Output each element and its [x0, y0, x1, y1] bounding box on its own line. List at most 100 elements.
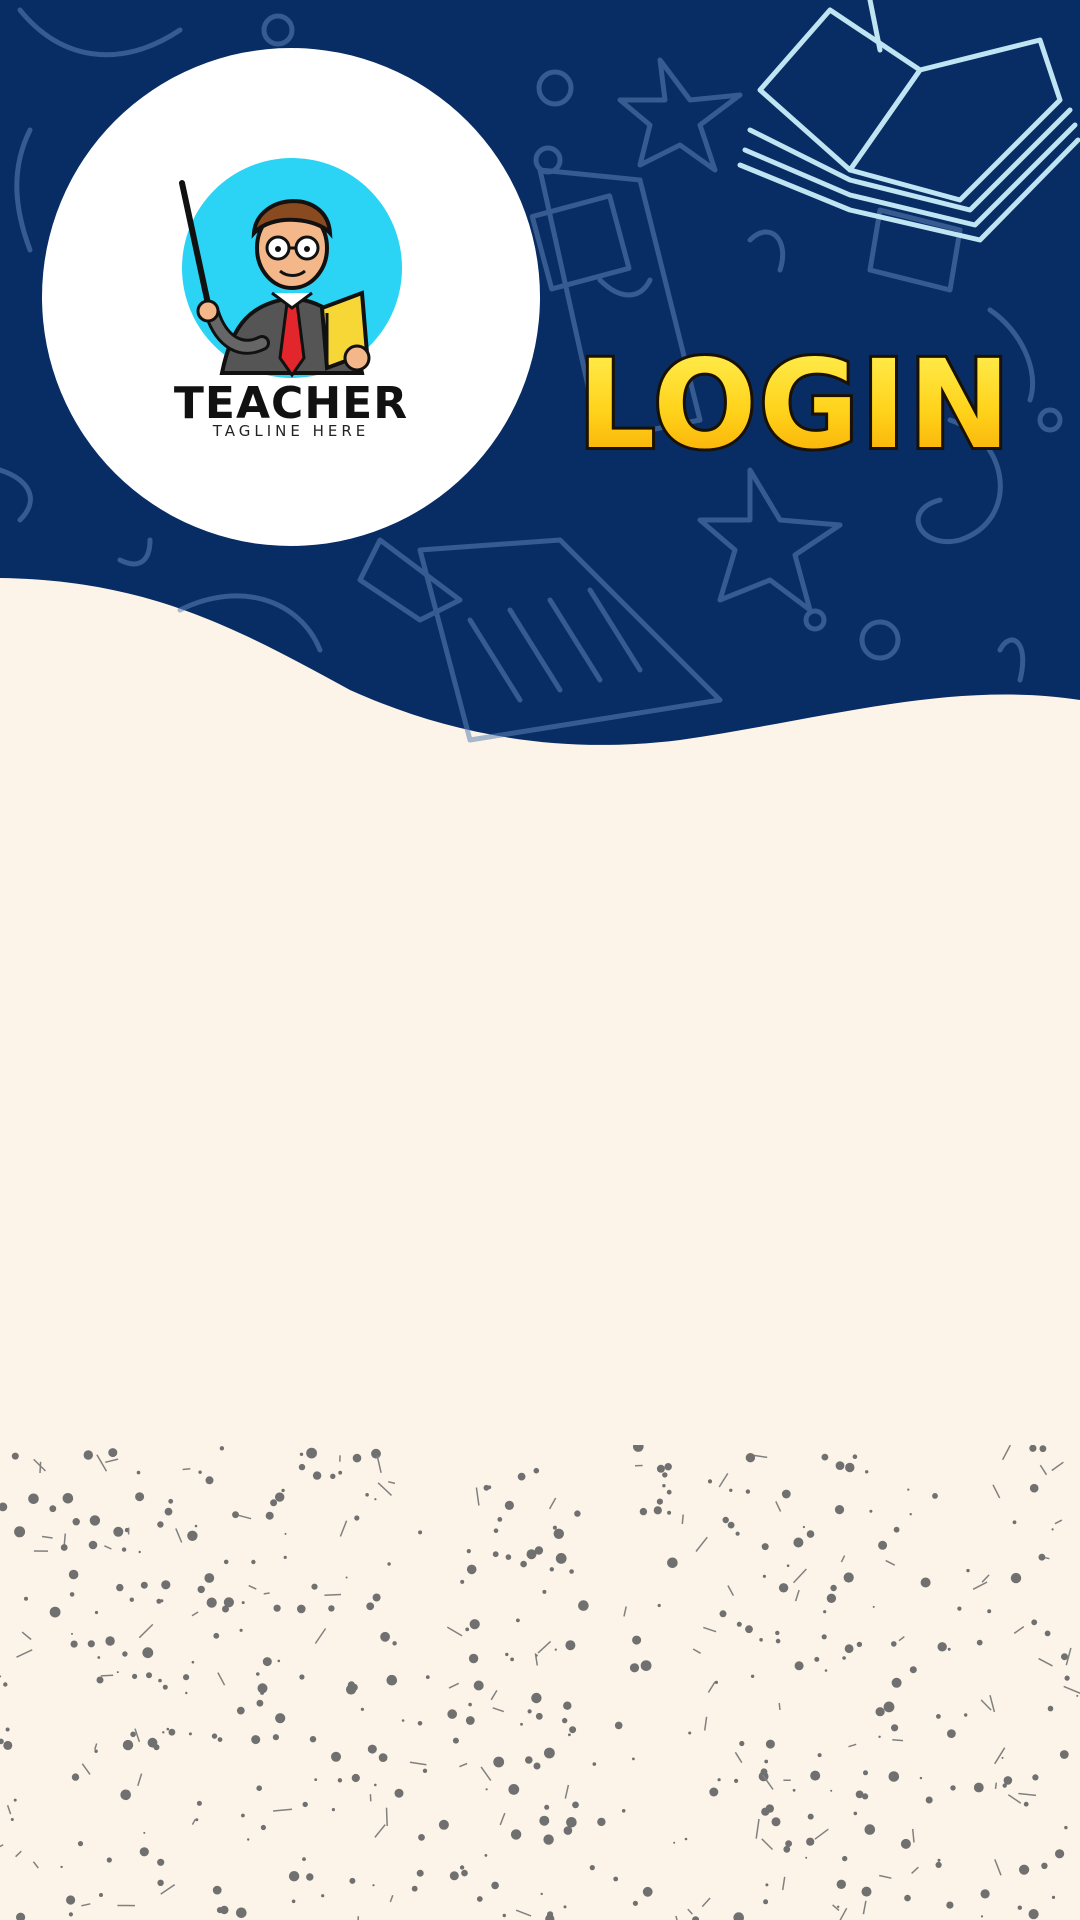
speckle-dot	[188, 1732, 192, 1736]
speckle-dot	[256, 1785, 263, 1791]
speckle-dot	[469, 1619, 480, 1630]
speckle-dot	[260, 1824, 266, 1831]
speckle-dot	[331, 1751, 341, 1762]
speckle-line	[994, 1747, 1006, 1765]
speckle-line	[885, 1559, 896, 1566]
speckle-dot	[465, 1627, 470, 1632]
speckle-dot	[950, 1785, 956, 1791]
speckle-dot	[793, 1537, 804, 1548]
speckle-dot	[540, 1892, 543, 1896]
speckle-dot	[563, 1905, 567, 1909]
speckle-dot	[120, 1789, 131, 1801]
speckle-dot	[629, 1663, 640, 1673]
speckle-dot	[484, 1854, 488, 1857]
speckle-line	[718, 1472, 729, 1488]
speckle-dot	[113, 1526, 124, 1537]
speckle-dot	[1003, 1776, 1013, 1785]
speckle-line	[1054, 1519, 1063, 1525]
speckle-line	[314, 1628, 327, 1644]
speckle-dot	[527, 1709, 532, 1714]
speckle-dot	[792, 1788, 796, 1792]
speckle-dot	[309, 1736, 317, 1743]
speckle-dot	[99, 1893, 103, 1897]
speckle-dot	[275, 1713, 286, 1724]
speckle-dot	[129, 1597, 134, 1602]
speckle-line	[100, 1674, 114, 1677]
speckle-dot	[49, 1505, 57, 1513]
speckle-dot	[346, 1684, 357, 1695]
speckle-line	[6, 1805, 12, 1815]
speckle-dot	[563, 1701, 572, 1710]
speckle-dot	[251, 1559, 256, 1565]
speckle-dot	[116, 1583, 124, 1592]
speckle-dot	[97, 1656, 101, 1659]
speckle-dot	[639, 1507, 648, 1516]
speckle-dot	[904, 1894, 911, 1902]
speckle-line	[81, 1903, 91, 1907]
speckle-dot	[306, 1873, 314, 1881]
speckle-dot	[1044, 1630, 1051, 1637]
speckle-dot	[298, 1463, 306, 1471]
speckle-dot	[205, 1476, 214, 1485]
speckle-texture	[0, 1445, 1080, 1920]
speckle-line	[537, 1640, 552, 1654]
speckle-dot	[223, 1559, 229, 1565]
speckle-dot	[727, 1521, 735, 1529]
speckle-dot	[206, 1597, 217, 1608]
speckle-dot	[535, 1712, 543, 1720]
speckle-dot	[947, 1729, 956, 1738]
speckle-dot	[806, 1837, 815, 1846]
speckle-dot	[281, 1488, 285, 1493]
speckle-line	[182, 1468, 191, 1471]
speckle-dot	[566, 1817, 577, 1828]
speckle-dot	[878, 1735, 881, 1738]
speckle-line	[727, 1585, 735, 1596]
speckle-line	[324, 1593, 342, 1597]
speckle-line	[794, 1589, 800, 1602]
speckle-line	[389, 1894, 394, 1903]
speckle-dot	[830, 1584, 837, 1592]
speckle-dot	[722, 1516, 729, 1524]
speckle-dot	[487, 1485, 492, 1490]
speckle-dot	[891, 1641, 897, 1647]
speckle-dot	[394, 1788, 404, 1798]
speckle-dot	[465, 1716, 475, 1725]
speckle-dot	[411, 1885, 418, 1892]
speckle-dot	[935, 1861, 942, 1868]
speckle-dot	[919, 1776, 923, 1780]
speckle-line	[459, 1762, 468, 1768]
speckle-dot	[1076, 1694, 1079, 1697]
speckle-dot	[578, 1600, 589, 1611]
speckle-line	[1007, 1794, 1022, 1804]
speckle-dot	[733, 1912, 744, 1920]
speckle-dot	[553, 1528, 564, 1539]
speckle-line	[480, 1766, 492, 1782]
speckle-dot	[1010, 1572, 1022, 1584]
speckle-dot	[1031, 1619, 1038, 1626]
speckle-dot	[122, 1739, 134, 1751]
speckle-dot	[966, 1568, 970, 1573]
speckle-dot	[122, 1651, 128, 1657]
speckle-dot	[562, 1717, 568, 1724]
speckle-dot	[306, 1447, 317, 1459]
speckle-dot	[473, 1680, 484, 1691]
speckle-dot	[275, 1492, 285, 1502]
speckle-dot	[416, 1869, 424, 1877]
speckle-dot	[775, 1630, 780, 1636]
speckle-dot	[352, 1453, 362, 1463]
speckle-line	[972, 1581, 988, 1590]
speckle-dot	[116, 1671, 119, 1674]
speckle-dot	[291, 1899, 296, 1904]
speckle-dot	[468, 1653, 479, 1664]
speckle-line	[755, 1818, 760, 1839]
speckle-dot	[539, 1815, 550, 1826]
speckle-dot	[194, 1524, 198, 1528]
speckle-dot	[236, 1907, 247, 1919]
speckle-line	[96, 1454, 108, 1472]
speckle-dot	[861, 1886, 872, 1897]
speckle-dot	[794, 1661, 804, 1671]
speckle-dot	[337, 1778, 343, 1783]
speckle-dot	[517, 1472, 526, 1481]
speckle-dot	[401, 1719, 405, 1722]
speckle-dot	[883, 1701, 895, 1713]
